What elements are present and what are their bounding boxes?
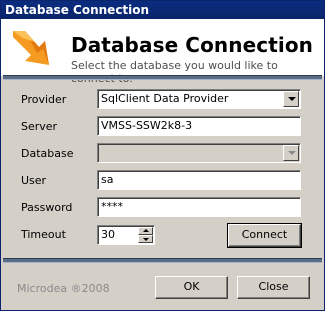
timeout-stepper[interactable]: 30 — [97, 225, 155, 245]
copyright-text: Microdea ®2008 — [17, 282, 110, 295]
orange-arrow-logo-icon — [13, 31, 49, 65]
title-bar: Database Connection — [1, 1, 324, 19]
ok-button[interactable]: OK — [155, 276, 228, 299]
database-dropdown[interactable] — [97, 143, 301, 163]
provider-dropdown[interactable]: SqlClient Data Provider — [97, 89, 301, 109]
provider-value: SqlClient Data Provider — [101, 92, 229, 105]
chevron-down-icon — [288, 151, 296, 155]
chevron-up-icon — [143, 229, 149, 232]
footer-separator — [3, 258, 322, 263]
timeout-decrement-button[interactable] — [138, 235, 153, 243]
provider-dropdown-button[interactable] — [283, 91, 299, 107]
timeout-value: 30 — [101, 228, 115, 241]
server-input[interactable]: VMSS-SSW2k8-3 — [97, 116, 301, 136]
server-label: Server — [21, 120, 58, 133]
chevron-down-icon — [143, 238, 149, 241]
timeout-label: Timeout — [21, 228, 66, 241]
close-button[interactable]: Close — [237, 276, 310, 299]
header-title: Database Connection — [71, 33, 314, 57]
password-label: Password — [21, 201, 73, 214]
database-label: Database — [21, 147, 74, 160]
provider-label: Provider — [21, 93, 67, 106]
dialog-window: Database Connection Database Connection … — [0, 0, 325, 311]
chevron-down-icon — [288, 97, 296, 101]
header-separator — [3, 75, 322, 80]
user-input[interactable]: sa — [97, 170, 301, 190]
user-label: User — [21, 174, 47, 187]
timeout-spin-buttons — [138, 227, 153, 243]
header-subtitle: Select the database you would like to co… — [71, 59, 278, 85]
connect-button[interactable]: Connect — [227, 223, 302, 248]
password-input[interactable]: **** — [97, 197, 301, 217]
database-dropdown-button[interactable] — [283, 145, 299, 161]
dialog-header: Database Connection Select the database … — [1, 19, 324, 85]
timeout-increment-button[interactable] — [138, 227, 153, 235]
